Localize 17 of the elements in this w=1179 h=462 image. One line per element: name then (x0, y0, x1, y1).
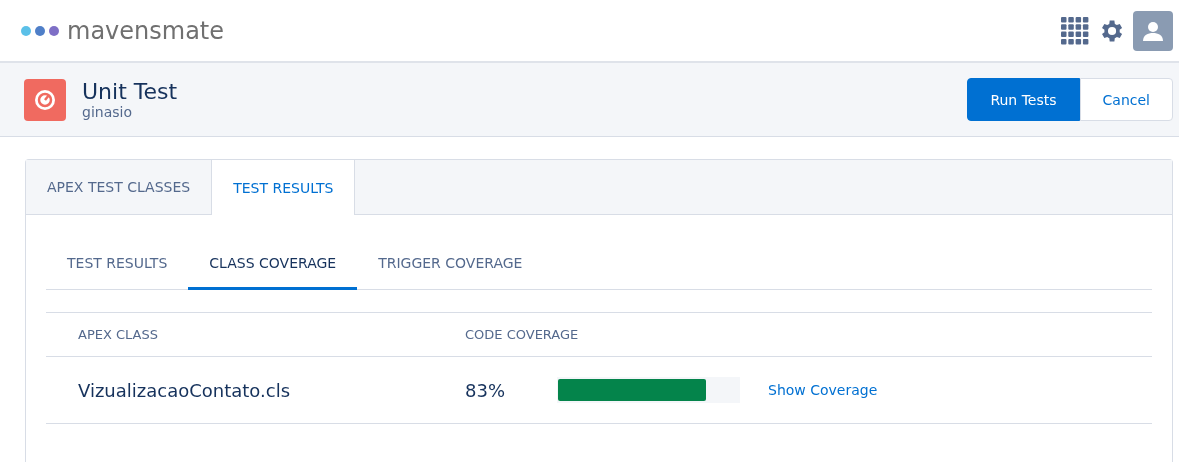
tab[interactable]: TEST RESULTS (212, 160, 356, 215)
column-header: CODE COVERAGE (465, 327, 580, 342)
gauge-icon (24, 78, 66, 121)
page-title: Unit Test (82, 79, 178, 104)
show-coverage-link[interactable]: Show Coverage (768, 382, 878, 398)
table-cell-text: VizualizacaoContato.cls (78, 379, 292, 401)
brand-name: mavensmate (67, 16, 225, 45)
cancel-button[interactable]: Cancel (1079, 78, 1173, 121)
subtab[interactable]: TRIGGER COVERAGE (357, 241, 544, 290)
subtab[interactable]: TEST RESULTS (46, 241, 189, 290)
run-tests-button[interactable]: Run Tests (967, 78, 1080, 121)
coverage-percent: 83% (465, 379, 506, 401)
app-grid-icon[interactable] (1061, 16, 1089, 45)
column-header: APEX CLASS (78, 327, 159, 342)
user-avatar[interactable] (1133, 10, 1173, 51)
page-subtitle: ginasio (82, 104, 133, 120)
subtab[interactable]: CLASS COVERAGE (188, 241, 358, 290)
